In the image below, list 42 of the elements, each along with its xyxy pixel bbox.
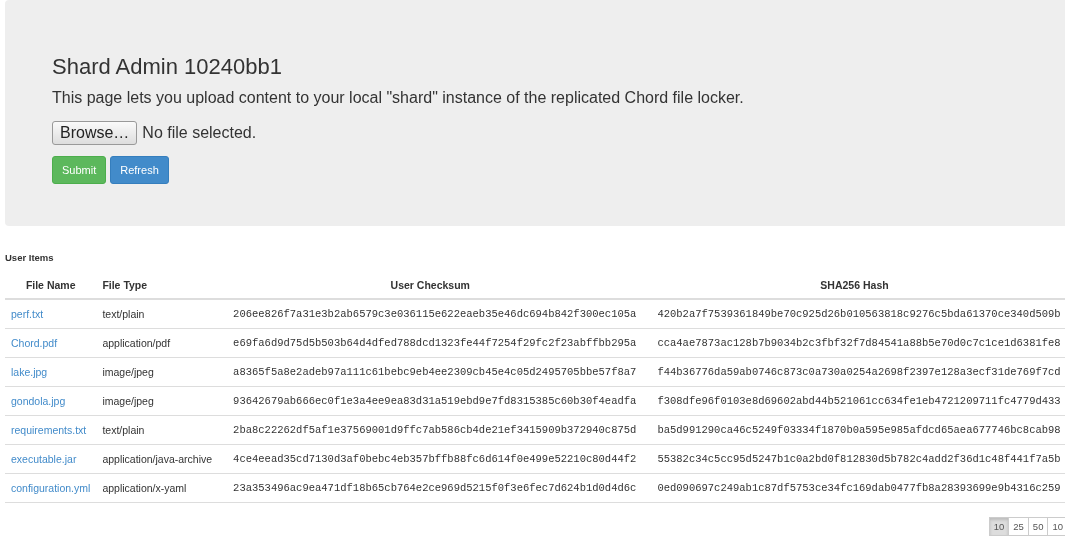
table-title: User Items [5,252,55,263]
file-link[interactable]: Chord.pdf [11,337,58,349]
browse-button[interactable]: Browse… [52,121,138,145]
page-description: This page lets you upload content to your local "shard" instance of the replicated Chord file locker. [52,88,745,108]
table-cell: text/plain [96,415,219,445]
table-cell: 23a353496ac9ea471df18b65cb764e2ce969d5215f0f3e6fec7d624b1d0d4d6c [218,473,643,503]
page-size-button[interactable]: 25 [1008,517,1029,536]
page-title: Shard Admin 10240bb1 [52,53,283,81]
table-cell: 206ee826f7a31e3b2ab6579c3e036115e622eaeb35e46dc694b842f300ec105a [218,299,643,329]
refresh-button[interactable]: Refresh [110,156,169,184]
table-cell: ba5d991290ca46c5249f03334f1870b0a595e985afdcd65aea677746bc8cab98 [642,415,1065,445]
file-link[interactable]: configuration.yml [11,482,91,494]
file-link[interactable]: perf.txt [11,308,44,320]
table-cell: 93642679ab666ec0f1e3a4ee9ea83d31a519ebd9e7fd8315385c60b30f4eadfa [218,386,643,416]
page-size-button[interactable]: 10 [1047,517,1065,536]
column-header: SHA256 Hash [642,278,1065,299]
table-cell: 0ed090697c249ab1c87df5753ce34fc169dab0477fb8a28393699e9b4316c259 [642,473,1065,503]
page-size-button[interactable]: 10 [988,517,1010,536]
table-cell: image/jpeg [96,386,219,416]
column-header: File Name [5,278,97,299]
table-cell: 4ce4eead35cd7130d3af0bebc4eb357bffb88fc6d614f0e499e52210c80d44f2 [218,444,643,474]
table-cell: image/jpeg [96,357,219,387]
table-cell: application/java-archive [96,444,219,474]
submit-button[interactable]: Submit [52,156,107,184]
table-cell: 2ba8c22262df5af1e37569001d9ffc7ab586cb4de21ef3415909b372940c875d [218,415,643,445]
column-header: File Type [96,278,219,299]
table-cell: text/plain [96,299,219,329]
table-cell: f44b36776da59ab0746c873c0a730a0254a2698f2397e128a3ecf31de769f7cd [642,357,1065,387]
file-status: No file selected. [142,124,257,142]
column-header: User Checksum [218,278,643,299]
table-cell: cca4ae7873ac128b7b9034b2c3fbf32f7d84541a88b5e70d0c7c1ce1d6381fe8 [642,328,1065,358]
table-cell: e69fa6d9d75d5b503b64d4dfed788dcd1323fe44f7254f29fc2f23abffbb295a [218,328,643,358]
table-cell: application/pdf [96,328,219,358]
table-cell: a8365f5a8e2adeb97a111c61bebc9eb4ee2309cb45e4c05d2495705bbe57f8a7 [218,357,643,387]
file-link[interactable]: lake.jpg [11,366,48,378]
file-link[interactable]: requirements.txt [11,424,87,436]
file-link[interactable]: executable.jar [11,453,77,465]
file-link[interactable]: gondola.jpg [11,395,66,407]
table-cell: f308dfe96f0103e8d69602abd44b521061cc634fe1eb4721209711fc4779d433 [642,386,1065,416]
table-cell: 420b2a7f7539361849be70c925d26b010563818c9276c5bda61370ce340d509b [642,299,1065,329]
table-cell: 55382c34c5cc95d5247b1c0a2bd0f812830d5b782c4add2f36d1c48f441f7a5b [642,444,1065,474]
table-cell: application/x-yaml [96,473,219,503]
